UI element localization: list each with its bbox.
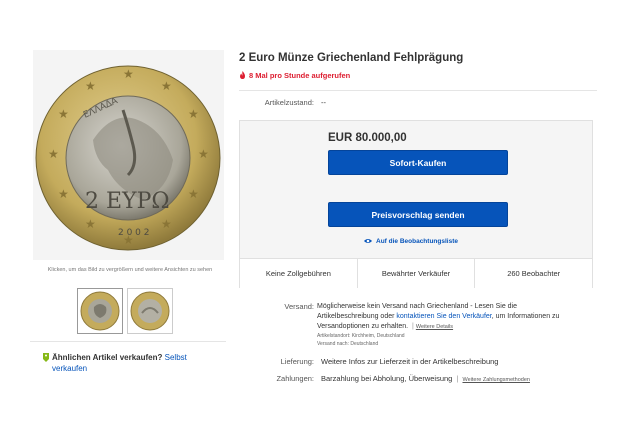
buybox-stats: Keine Zollgebühren Bewährter Verkäufer 2… [240, 258, 592, 288]
svg-text:★: ★ [58, 187, 69, 201]
coin-image: ★★★ ★★★ ★★★ ★★★ ΕΛΛΑΔΑ 2 ΕΥΡΩ 2 0 0 2 [35, 65, 221, 251]
sell-similar-box: Ähnlichen Artikel verkaufen? Selbst verk… [43, 352, 222, 374]
shipping-label: Versand: [284, 302, 314, 311]
svg-text:★: ★ [188, 187, 199, 201]
price: EUR 80.000,00 [328, 132, 407, 144]
delivery-label: Lieferung: [280, 357, 314, 366]
stat-watchers: 260 Beobachter [507, 269, 561, 278]
make-offer-button[interactable]: Preisvorschlag senden [328, 202, 508, 227]
hot-text: 8 Mal pro Stunde aufgerufen [249, 71, 351, 80]
title-divider [239, 90, 597, 91]
stat-no-customs: Keine Zollgebühren [240, 259, 358, 288]
main-product-image[interactable]: ★ ★ ★ ★ ★ ★ ★ ★ ★ ★ ★ ★ ΕΛΛΑΔΑ 2 ΕΥΡΩ 2 0 0 2 [33, 50, 224, 260]
stat-trusted-seller: Bewährter Verkäufer [358, 259, 476, 288]
add-to-watchlist-link[interactable]: Auf die Beobachtungsliste [364, 238, 458, 245]
payment-row: Barzahlung bei Abholung, Überweisung | W… [321, 374, 530, 383]
svg-text:★: ★ [123, 67, 134, 81]
flame-icon [240, 71, 245, 79]
svg-text:★: ★ [198, 147, 209, 161]
condition-label: Artikelzustand: [264, 98, 314, 107]
thumbnail-strip [77, 288, 173, 334]
buy-now-button[interactable]: Sofort-Kaufen [328, 150, 508, 175]
coin-year-text: 2 0 0 2 [118, 228, 150, 238]
thumbnail-2[interactable] [127, 288, 173, 334]
price-tag-icon [43, 353, 49, 362]
payment-value: Barzahlung bei Abholung, Überweisung [321, 374, 453, 383]
image-click-hint: Klicken, um das Bild zu vergrößern und w… [47, 267, 213, 273]
hot-indicator: 8 Mal pro Stunde aufgerufen [239, 71, 350, 80]
payment-label: Zahlungen: [276, 374, 314, 383]
coin-thumbnail-obverse [80, 291, 120, 331]
svg-text:★: ★ [188, 107, 199, 121]
delivery-value: Weitere Infos zur Lieferzeit in der Arti… [321, 357, 499, 366]
svg-text:★: ★ [58, 107, 69, 121]
svg-text:★: ★ [161, 217, 172, 231]
shipping-info: Möglicherweise kein Versand nach Grieche… [317, 302, 567, 348]
eye-icon [364, 239, 372, 243]
more-details-link[interactable]: Weitere Details [416, 324, 453, 330]
coin-thumbnail-reverse [130, 291, 170, 331]
sell-similar-label: Ähnlichen Artikel verkaufen? [52, 353, 163, 362]
svg-text:★: ★ [85, 217, 96, 231]
svg-text:★: ★ [161, 79, 172, 93]
left-divider [30, 341, 226, 342]
watchlist-label: Auf die Beobachtungsliste [376, 238, 458, 245]
item-location: Artikelstandort: Kirchheim, Deutschland [317, 333, 405, 339]
coin-denomination-text: 2 ΕΥΡΩ [85, 189, 170, 214]
condition-value: -- [321, 98, 326, 107]
buy-box: EUR 80.000,00 Sofort-Kaufen Preisvorschl… [239, 120, 593, 288]
more-payment-methods-link[interactable]: Weitere Zahlungsmethoden [462, 377, 529, 383]
svg-text:★: ★ [48, 147, 59, 161]
contact-seller-link[interactable]: kontaktieren Sie den Verkäufer [396, 313, 491, 320]
ships-to: Versand nach: Deutschland [317, 341, 379, 347]
thumbnail-1[interactable] [77, 288, 123, 334]
item-title: 2 Euro Münze Griechenland Fehlprägung [239, 52, 464, 64]
svg-text:★: ★ [85, 79, 96, 93]
